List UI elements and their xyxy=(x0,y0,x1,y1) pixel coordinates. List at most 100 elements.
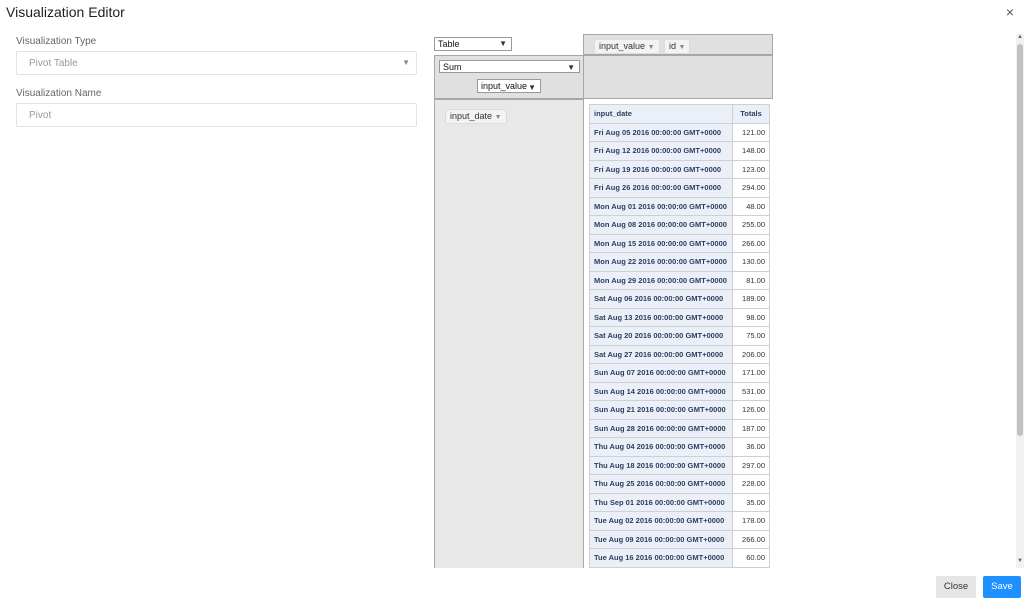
column-fields-area[interactable]: input_value ▼ id ▼ xyxy=(583,34,773,55)
total-value-cell: 36.00 xyxy=(732,437,770,457)
total-value-cell: 266.00 xyxy=(732,233,770,253)
row-label-cell: Thu Aug 18 2016 00:00:00 GMT+0000 xyxy=(589,455,733,475)
total-value-cell: 121.00 xyxy=(732,122,770,142)
row-fields-area[interactable]: input_date ▼ xyxy=(434,99,584,568)
column-field-pill[interactable]: input_value ▼ xyxy=(594,39,660,54)
pivot-table: input_date Totals Fri Aug 05 2016 00:00:… xyxy=(589,104,770,568)
row-label-cell: Sun Aug 07 2016 00:00:00 GMT+0000 xyxy=(589,363,733,383)
column-field-label: input_value xyxy=(599,41,646,51)
total-value-cell: 126.00 xyxy=(732,400,770,420)
total-value-cell: 187.00 xyxy=(732,418,770,438)
table-row: Sun Aug 28 2016 00:00:00 GMT+0000 187.00 xyxy=(589,418,770,438)
row-label-cell: Sat Aug 20 2016 00:00:00 GMT+0000 xyxy=(589,326,733,346)
vertical-scrollbar[interactable]: ▲ ▼ xyxy=(1016,34,1024,568)
row-label-cell: Mon Aug 15 2016 00:00:00 GMT+0000 xyxy=(589,233,733,253)
table-row: Fri Aug 12 2016 00:00:00 GMT+0000 148.00 xyxy=(589,141,770,161)
aggregator-area: Sum ▼ input_value ▼ xyxy=(434,55,584,99)
table-row: Mon Aug 01 2016 00:00:00 GMT+0000 48.00 xyxy=(589,196,770,216)
aggregator-field-value: input_value xyxy=(481,81,528,91)
total-value-cell: 531.00 xyxy=(732,381,770,401)
visualization-name-value: Pivot xyxy=(29,110,52,121)
triangle-down-icon[interactable]: ▼ xyxy=(648,44,655,51)
column-field-label: id xyxy=(669,41,677,51)
table-row: Sat Aug 27 2016 00:00:00 GMT+0000 206.00 xyxy=(589,344,770,364)
row-label-cell: Fri Aug 26 2016 00:00:00 GMT+0000 xyxy=(589,178,733,198)
row-header: input_date xyxy=(589,104,733,124)
scroll-up-icon[interactable]: ▲ xyxy=(1016,34,1024,40)
save-button[interactable]: Save xyxy=(983,576,1021,598)
table-row: Mon Aug 29 2016 00:00:00 GMT+0000 81.00 xyxy=(589,270,770,290)
row-label-cell: Thu Aug 04 2016 00:00:00 GMT+0000 xyxy=(589,437,733,457)
total-value-cell: 123.00 xyxy=(732,159,770,179)
close-button[interactable]: Close xyxy=(936,576,976,598)
table-row: Sat Aug 13 2016 00:00:00 GMT+0000 98.00 xyxy=(589,307,770,327)
row-field-label: input_date xyxy=(450,111,493,121)
row-label-cell: Sun Aug 14 2016 00:00:00 GMT+0000 xyxy=(589,381,733,401)
row-label-cell: Tue Aug 16 2016 00:00:00 GMT+0000 xyxy=(589,548,733,568)
aggregator-field-select[interactable]: input_value ▼ xyxy=(477,79,541,93)
total-value-cell: 81.00 xyxy=(732,270,770,290)
total-value-cell: 189.00 xyxy=(732,289,770,309)
table-row: Sun Aug 14 2016 00:00:00 GMT+0000 531.00 xyxy=(589,381,770,401)
row-label-cell: Sat Aug 27 2016 00:00:00 GMT+0000 xyxy=(589,344,733,364)
table-row: Sat Aug 06 2016 00:00:00 GMT+0000 189.00 xyxy=(589,289,770,309)
table-header-row: input_date Totals xyxy=(589,104,770,124)
pivot-ui: Table ▼ input_value ▼ id ▼ Sum ▼ input_v… xyxy=(422,34,1008,568)
triangle-down-icon[interactable]: ▼ xyxy=(495,114,502,121)
table-row: Sun Aug 07 2016 00:00:00 GMT+0000 171.00 xyxy=(589,363,770,383)
chevron-down-icon: ▼ xyxy=(402,58,410,67)
dialog-title: Visualization Editor xyxy=(6,4,125,20)
total-value-cell: 130.00 xyxy=(732,252,770,272)
row-label-cell: Mon Aug 22 2016 00:00:00 GMT+0000 xyxy=(589,252,733,272)
visualization-name-label: Visualization Name xyxy=(16,88,102,99)
table-row: Fri Aug 05 2016 00:00:00 GMT+0000 121.00 xyxy=(589,122,770,142)
chevron-down-icon: ▼ xyxy=(528,83,536,92)
total-value-cell: 266.00 xyxy=(732,529,770,549)
scroll-down-icon[interactable]: ▼ xyxy=(1016,558,1024,564)
table-row: Sat Aug 20 2016 00:00:00 GMT+0000 75.00 xyxy=(589,326,770,346)
table-row: Mon Aug 15 2016 00:00:00 GMT+0000 266.00 xyxy=(589,233,770,253)
table-row: Tue Aug 16 2016 00:00:00 GMT+0000 60.00 xyxy=(589,548,770,568)
renderer-select[interactable]: Table ▼ xyxy=(434,37,512,51)
table-row: Thu Sep 01 2016 00:00:00 GMT+0000 35.00 xyxy=(589,492,770,512)
column-field-pill[interactable]: id ▼ xyxy=(664,39,691,54)
total-value-cell: 75.00 xyxy=(732,326,770,346)
unused-fields-area[interactable] xyxy=(583,55,773,99)
aggregator-value: Sum xyxy=(443,62,462,72)
total-value-cell: 297.00 xyxy=(732,455,770,475)
visualization-type-select[interactable]: Pivot Table ▼ xyxy=(16,51,417,75)
table-row: Fri Aug 26 2016 00:00:00 GMT+0000 294.00 xyxy=(589,178,770,198)
table-row: Sun Aug 21 2016 00:00:00 GMT+0000 126.00 xyxy=(589,400,770,420)
aggregator-select[interactable]: Sum ▼ xyxy=(439,60,580,73)
renderer-value: Table xyxy=(438,39,460,49)
total-value-cell: 60.00 xyxy=(732,548,770,568)
total-value-cell: 178.00 xyxy=(732,511,770,531)
totals-header: Totals xyxy=(732,104,770,124)
row-label-cell: Tue Aug 09 2016 00:00:00 GMT+0000 xyxy=(589,529,733,549)
pivot-table-body: Fri Aug 05 2016 00:00:00 GMT+0000 121.00 F… xyxy=(589,122,770,568)
total-value-cell: 171.00 xyxy=(732,363,770,383)
scroll-thumb[interactable] xyxy=(1017,44,1023,436)
total-value-cell: 206.00 xyxy=(732,344,770,364)
chevron-down-icon: ▼ xyxy=(499,39,507,48)
row-label-cell: Mon Aug 29 2016 00:00:00 GMT+0000 xyxy=(589,270,733,290)
total-value-cell: 48.00 xyxy=(732,196,770,216)
visualization-name-input[interactable]: Pivot xyxy=(16,103,417,127)
table-row: Fri Aug 19 2016 00:00:00 GMT+0000 123.00 xyxy=(589,159,770,179)
row-label-cell: Tue Aug 02 2016 00:00:00 GMT+0000 xyxy=(589,511,733,531)
row-label-cell: Sat Aug 13 2016 00:00:00 GMT+0000 xyxy=(589,307,733,327)
row-label-cell: Thu Sep 01 2016 00:00:00 GMT+0000 xyxy=(589,492,733,512)
row-label-cell: Fri Aug 12 2016 00:00:00 GMT+0000 xyxy=(589,141,733,161)
triangle-down-icon[interactable]: ▼ xyxy=(679,44,686,51)
row-label-cell: Sun Aug 21 2016 00:00:00 GMT+0000 xyxy=(589,400,733,420)
table-row: Tue Aug 02 2016 00:00:00 GMT+0000 178.00 xyxy=(589,511,770,531)
chevron-down-icon: ▼ xyxy=(567,63,575,72)
total-value-cell: 255.00 xyxy=(732,215,770,235)
row-field-pill[interactable]: input_date ▼ xyxy=(445,109,507,124)
row-label-cell: Fri Aug 19 2016 00:00:00 GMT+0000 xyxy=(589,159,733,179)
close-icon[interactable]: × xyxy=(1006,4,1014,20)
visualization-type-label: Visualization Type xyxy=(16,36,97,47)
total-value-cell: 294.00 xyxy=(732,178,770,198)
table-row: Tue Aug 09 2016 00:00:00 GMT+0000 266.00 xyxy=(589,529,770,549)
visualization-type-value: Pivot Table xyxy=(29,58,78,69)
